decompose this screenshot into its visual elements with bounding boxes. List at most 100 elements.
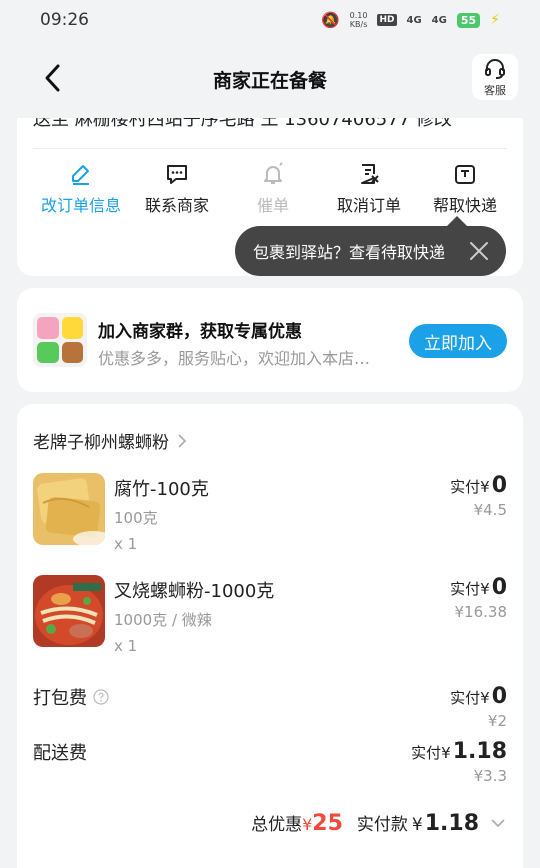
paid-amount: 0 (491, 473, 507, 498)
item-spec: 100克 (114, 509, 158, 527)
signal-icon-2: 4G (431, 14, 447, 26)
group-logo-tile (61, 317, 83, 339)
nav-bar: 商家正在备餐 客服 (0, 50, 540, 108)
fee-label: 配送费 (33, 743, 87, 764)
status-bar: 09:26 🔕 0.10 KB/s HD 4G 4G 55 ⚡ (0, 0, 540, 40)
item-paid: 实付 ¥ 0 (450, 473, 507, 498)
parcel-tooltip[interactable]: 包裹到驿站？查看待取快递 (235, 226, 506, 276)
item-name: 叉烧螺蛳粉-1000克 (114, 581, 275, 602)
status-time: 09:26 (40, 10, 89, 30)
currency-symbol: ¥ (480, 580, 490, 598)
pickup-parcel-button[interactable]: 帮取快递 (417, 162, 513, 216)
currency-symbol: ¥ (441, 744, 451, 762)
order-item[interactable]: 叉烧螺蛳粉-1000克 1000克 / 微辣 x 1 实付 ¥ 0 ¥16.38 (33, 575, 507, 665)
battery-icon: 55 (456, 12, 481, 28)
chevron-right-icon (178, 433, 187, 448)
edit-icon (72, 165, 89, 185)
fee-paid: 实付 ¥ 1.18 (411, 739, 507, 764)
paid-amount: 0 (491, 575, 507, 600)
tofu-skin-image (33, 473, 105, 545)
chat-icon (167, 165, 187, 184)
original-price: ¥4.5 (473, 501, 507, 519)
group-logo-icon (33, 313, 87, 367)
item-spec: 1000克 / 微辣 (114, 611, 212, 629)
group-description: 优惠多多，服务贴心，欢迎加入本店… (98, 349, 371, 368)
cancel-order-button[interactable]: 取消订单 (321, 162, 417, 216)
discount-currency: ¥ (302, 815, 313, 834)
original-price: ¥16.38 (454, 603, 508, 621)
fee-label-wrap: 打包费 (33, 684, 109, 710)
back-button[interactable] (38, 60, 68, 96)
shop-link[interactable]: 老牌子柳州螺蛳粉 (33, 428, 189, 453)
help-icon[interactable] (93, 689, 109, 705)
total-paid-amount: 1.18 (424, 811, 479, 836)
signal-icon: 4G (406, 14, 422, 26)
paid-label: 实付 (450, 689, 481, 707)
back-arrow-icon (45, 64, 60, 92)
divider (33, 148, 507, 149)
total-paid-label: 实付款 (356, 815, 408, 835)
cancel-order-label: 取消订单 (336, 196, 401, 215)
group-logo-tile (37, 317, 59, 339)
contact-merchant-button[interactable]: 联系商家 (129, 162, 225, 216)
mute-icon: 🔕 (320, 11, 340, 29)
paid-amount: 1.18 (452, 739, 507, 764)
pickup-parcel-label: 帮取快递 (432, 196, 497, 215)
charging-icon: ⚡ (490, 12, 500, 28)
join-group-button[interactable]: 立即加入 (409, 324, 507, 358)
chevron-down-icon[interactable] (489, 816, 507, 830)
status-icons: 🔕 0.10 KB/s HD 4G 4G 55 ⚡ (321, 11, 500, 29)
total-currency: ¥ (411, 815, 423, 835)
currency-symbol: ¥ (480, 689, 490, 707)
packaging-fee-row: 打包费 实付 ¥ 0 ¥2 (33, 684, 507, 744)
hd-icon: HD (377, 14, 397, 26)
original-price: ¥2 (487, 712, 507, 730)
tooltip-arrow (447, 216, 467, 226)
discount-label: 总优惠 (251, 815, 303, 835)
paid-amount: 0 (491, 684, 507, 709)
urge-order-label: 催单 (256, 196, 289, 215)
item-paid: 实付 ¥ 0 (450, 575, 507, 600)
item-name: 腐竹-100克 (114, 479, 209, 500)
customer-service-label: 客服 (484, 83, 506, 97)
group-logo-tile (37, 341, 59, 363)
paid-label: 实付 (411, 744, 442, 762)
delivery-fee-row: 配送费 实付 ¥ 1.18 ¥3.3 (33, 739, 507, 799)
original-price: ¥3.3 (473, 767, 507, 785)
contact-merchant-label: 联系商家 (144, 196, 209, 215)
currency-symbol: ¥ (480, 478, 490, 496)
page-title: 商家正在备餐 (212, 69, 327, 92)
order-total[interactable]: 总优惠 ¥ 25 实付款 ¥ 1.18 (251, 810, 507, 836)
group-title: 加入商家群，获取专属优惠 (98, 322, 302, 342)
fee-label: 打包费 (33, 688, 87, 709)
item-quantity: x 1 (114, 637, 138, 655)
item-quantity: x 1 (114, 535, 138, 553)
bell-icon (264, 162, 283, 184)
urge-order-button[interactable]: 催单 (225, 162, 321, 216)
net-speed: 0.10 KB/s (350, 11, 368, 29)
modify-order-button[interactable]: 改订单信息 (33, 162, 129, 216)
shop-name: 老牌子柳州螺蛳粉 (33, 433, 169, 453)
fee-label-wrap: 配送费 (33, 739, 87, 765)
snail-noodle-image (33, 575, 105, 647)
fee-paid: 实付 ¥ 0 (450, 684, 507, 709)
modify-order-label: 改订单信息 (40, 196, 121, 215)
product-image (33, 575, 105, 647)
customer-service-button[interactable]: 客服 (472, 54, 518, 100)
cancel-document-icon (361, 164, 379, 184)
tooltip-text: 包裹到驿站？查看待取快递 (253, 243, 446, 262)
paid-label: 实付 (450, 478, 481, 496)
action-bar: 改订单信息 联系商家 催单 取消订单 帮取快递 (17, 162, 523, 216)
net-speed-value: 0.10 (349, 11, 368, 20)
headset-icon (485, 58, 505, 79)
product-image (33, 473, 105, 545)
delivery-address: 送至 麻栅楼村西站子序宅路 王 13607406577 修改 (33, 118, 452, 130)
discount-amount: 25 (312, 811, 343, 836)
order-item[interactable]: 腐竹-100克 100克 x 1 实付 ¥ 0 ¥4.5 (33, 473, 507, 563)
merchant-group-card: 加入商家群，获取专属优惠 优惠多多，服务贴心，欢迎加入本店… 立即加入 (17, 288, 523, 392)
net-speed-unit: KB/s (349, 20, 368, 29)
close-icon[interactable] (468, 240, 490, 262)
order-detail-card: 老牌子柳州螺蛳粉 腐竹-100克 100克 x 1 实付 ¥ 0 ¥4.5 叉烧… (17, 404, 523, 868)
paid-label: 实付 (450, 580, 481, 598)
parcel-icon (455, 165, 475, 184)
